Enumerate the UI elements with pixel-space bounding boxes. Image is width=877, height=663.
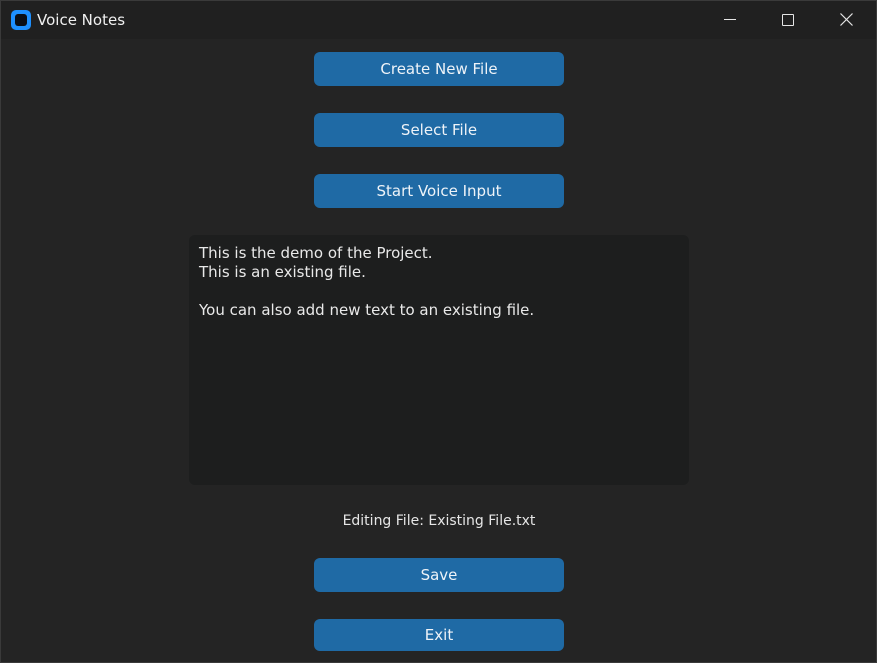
title-bar[interactable]: Voice Notes	[1, 1, 876, 39]
create-new-file-button[interactable]: Create New File	[314, 52, 564, 86]
note-textbox[interactable]: This is the demo of the Project. This is…	[189, 235, 689, 485]
save-button[interactable]: Save	[314, 558, 564, 592]
app-window: Voice Notes Create New File Select File …	[0, 0, 877, 663]
editing-file-label: Editing File: Existing File.txt	[342, 513, 536, 529]
close-button[interactable]	[818, 1, 876, 39]
text-line	[199, 282, 679, 301]
start-voice-input-button[interactable]: Start Voice Input	[314, 174, 564, 208]
window-title: Voice Notes	[37, 11, 126, 29]
text-line: This is the demo of the Project.	[199, 244, 433, 262]
maximize-button[interactable]	[759, 1, 817, 39]
exit-button[interactable]: Exit	[314, 619, 564, 651]
select-file-button[interactable]: Select File	[314, 113, 564, 147]
text-line: You can also add new text to an existing…	[199, 301, 535, 319]
close-icon	[840, 13, 853, 26]
minimize-button[interactable]	[700, 1, 758, 39]
text-line: This is an existing file.	[199, 263, 366, 281]
app-icon	[11, 10, 31, 30]
